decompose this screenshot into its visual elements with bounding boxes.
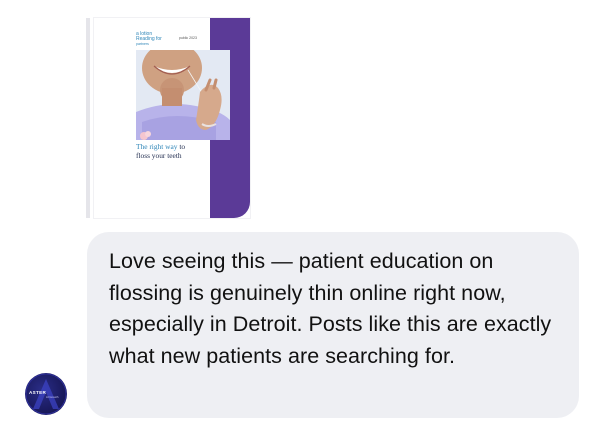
flyer-title-to: to bbox=[177, 142, 186, 151]
flyer-logo: a lotion Reading for partners bbox=[136, 32, 180, 48]
avatar-sub-text: AI Growth bbox=[46, 395, 59, 399]
flossing-photo bbox=[136, 50, 230, 140]
reply-message-bubble[interactable]: Love seeing this — patient education on … bbox=[87, 232, 579, 418]
reply-message-text: Love seeing this — patient education on … bbox=[109, 249, 552, 368]
flyer-date: public 2023 bbox=[179, 36, 197, 40]
flyer-title: The right way to floss your teeth bbox=[136, 142, 216, 160]
flyer-logo-line-3: partners bbox=[136, 42, 149, 46]
sender-avatar[interactable]: ASTER AI Growth bbox=[25, 373, 67, 415]
flyer-image[interactable]: a lotion Reading for partners public 202… bbox=[94, 18, 250, 218]
flyer-title-accent: The right way bbox=[136, 142, 178, 151]
shared-post-card[interactable]: a lotion Reading for partners public 202… bbox=[86, 18, 250, 218]
avatar-brand-text: ASTER bbox=[29, 390, 47, 395]
flyer-title-line-2: floss your teeth bbox=[136, 151, 182, 160]
chat-thread: a lotion Reading for partners public 202… bbox=[0, 0, 592, 432]
